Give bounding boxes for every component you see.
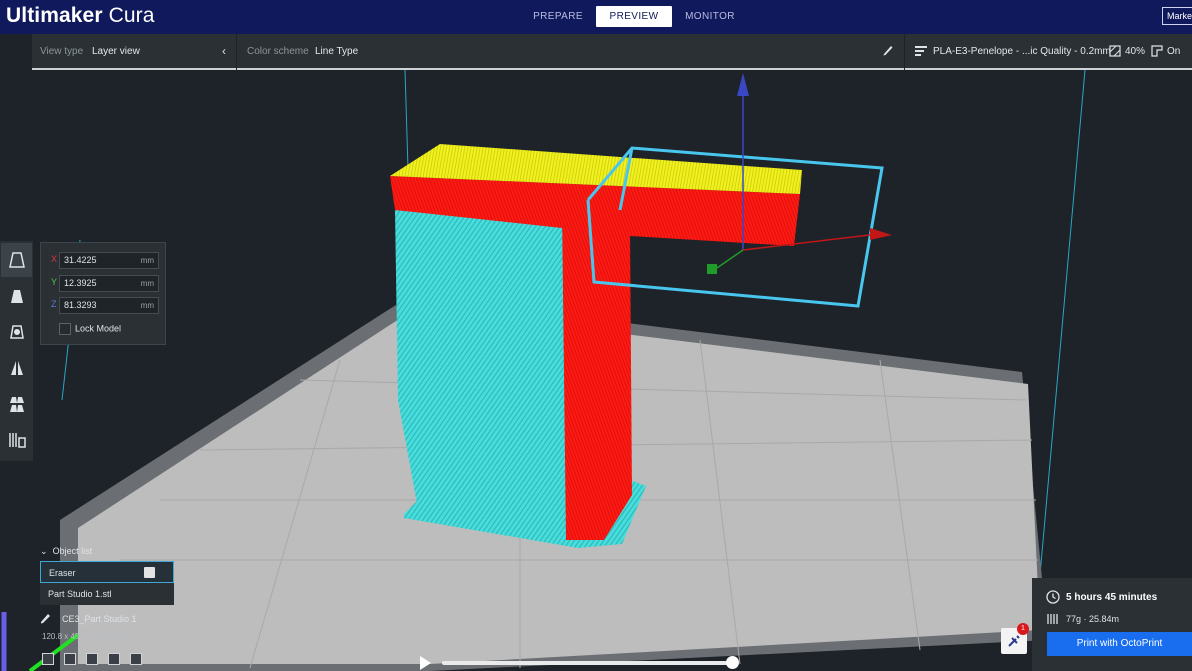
- tab-monitor[interactable]: MONITOR: [672, 6, 748, 27]
- per-model-settings-tool[interactable]: [1, 387, 32, 421]
- marketplace-button[interactable]: Marke: [1162, 7, 1192, 25]
- view-front-icon[interactable]: [64, 653, 76, 665]
- move-icon: [8, 252, 25, 268]
- tab-preview[interactable]: PREVIEW: [596, 6, 672, 27]
- filament-icon: [1047, 614, 1058, 624]
- z-coordinate-row: Z 81.3293 mm: [49, 297, 159, 314]
- layer-path-slider[interactable]: [442, 661, 734, 665]
- y-axis-arrow[interactable]: [707, 264, 717, 274]
- move-tool-panel: X 31.4225 mm Y 12.3925 mm Z 81.3293 mm Lock…: [40, 242, 166, 345]
- print-profile: PLA-E3-Penelope - ...ic Quality - 0.2mm: [933, 46, 1111, 57]
- tool-bar: [0, 241, 33, 461]
- x-axis-arrow[interactable]: [870, 228, 892, 240]
- scale-tool[interactable]: [1, 279, 32, 313]
- x-coordinate-input[interactable]: 31.4225 mm: [59, 252, 159, 269]
- y-axis-label: Y: [51, 277, 58, 287]
- rotate-tool[interactable]: [1, 315, 32, 349]
- chevron-down-icon: ⌄: [40, 546, 48, 556]
- print-info-panel: 5 hours 45 minutes 77g · 25.84m: [1032, 578, 1192, 671]
- support-blocker-tool[interactable]: [1, 423, 32, 457]
- app-logo: Ultimaker Cura: [6, 4, 155, 27]
- material-usage: 77g · 25.84m: [1066, 614, 1120, 624]
- infill-icon: [1109, 45, 1121, 57]
- y-axis-handle[interactable]: [713, 249, 744, 271]
- header-bar: Ultimaker Cura PREPARE PREVIEW MONITOR M…: [0, 0, 1192, 34]
- notification-badge: 1: [1017, 623, 1029, 635]
- lock-model-checkbox[interactable]: [59, 323, 71, 335]
- x-axis-label: X: [51, 254, 58, 264]
- build-volume-edge: [1039, 70, 1086, 576]
- color-scheme-label: Color scheme: [247, 46, 309, 57]
- per-model-settings-icon: [9, 397, 24, 412]
- pencil-icon[interactable]: [882, 43, 894, 57]
- print-with-octoprint-button[interactable]: Print with OctoPrint: [1047, 632, 1192, 656]
- object-list-toggle[interactable]: ⌄ Object list: [40, 546, 92, 557]
- print-settings-panel[interactable]: PLA-E3-Penelope - ...ic Quality - 0.2mm …: [905, 34, 1192, 70]
- camera-view-buttons: [42, 653, 142, 665]
- support-blocker-icon: [8, 433, 26, 448]
- x-coordinate-row: X 31.4225 mm: [49, 252, 159, 269]
- y-coordinate-row: Y 12.3925 mm: [49, 275, 159, 292]
- clock-icon: [1046, 590, 1060, 604]
- object-list: Eraser Part Studio 1.stl: [40, 561, 174, 605]
- rotate-icon: [9, 325, 24, 339]
- list-item[interactable]: Part Studio 1.stl: [40, 583, 174, 605]
- view-right-icon[interactable]: [130, 653, 142, 665]
- infill-value: 40%: [1125, 46, 1146, 57]
- view-type-value: Layer view: [92, 46, 140, 57]
- lock-model-row[interactable]: Lock Model: [59, 323, 121, 335]
- slider-handle[interactable]: [726, 656, 739, 669]
- job-dimensions: 120.8 x 45.6 x 101.7 mm: [42, 632, 131, 641]
- mirror-icon: [10, 361, 23, 375]
- support-icon: [1151, 45, 1163, 57]
- view-top-icon[interactable]: [86, 653, 98, 665]
- lock-model-label: Lock Model: [75, 323, 122, 334]
- model-shell-wall: [562, 210, 632, 540]
- stage-tabs: PREPARE PREVIEW MONITOR: [520, 6, 748, 27]
- move-tool[interactable]: [1, 243, 32, 277]
- support-value: On: [1167, 46, 1181, 57]
- print-time: 5 hours 45 minutes: [1066, 592, 1158, 603]
- support-structure: [395, 210, 568, 540]
- z-axis-label: Z: [51, 299, 57, 309]
- y-coordinate-input[interactable]: 12.3925 mm: [59, 275, 159, 292]
- mirror-tool[interactable]: [1, 351, 32, 385]
- view-type-selector[interactable]: View type Layer view ‹: [32, 34, 236, 70]
- list-item[interactable]: Eraser: [40, 561, 174, 583]
- z-axis-arrow[interactable]: [737, 73, 749, 96]
- chevron-left-icon: ‹: [222, 44, 226, 58]
- pencil-icon[interactable]: [40, 612, 52, 624]
- view-type-label: View type: [40, 46, 84, 57]
- scale-icon: [10, 290, 23, 303]
- view-3d-icon[interactable]: [42, 653, 54, 665]
- settings-list-icon: [915, 46, 927, 56]
- extruder-icon: [144, 567, 155, 578]
- color-scheme-value: Line Type: [315, 46, 359, 57]
- view-left-icon[interactable]: [108, 653, 120, 665]
- z-coordinate-input[interactable]: 81.3293 mm: [59, 297, 159, 314]
- tab-prepare[interactable]: PREPARE: [520, 6, 596, 27]
- job-name[interactable]: CE3_Part Studio 1: [62, 614, 137, 624]
- 3d-viewport[interactable]: [0, 70, 1192, 671]
- play-icon[interactable]: [420, 656, 431, 670]
- color-scheme-selector[interactable]: Color scheme Line Type: [237, 34, 904, 70]
